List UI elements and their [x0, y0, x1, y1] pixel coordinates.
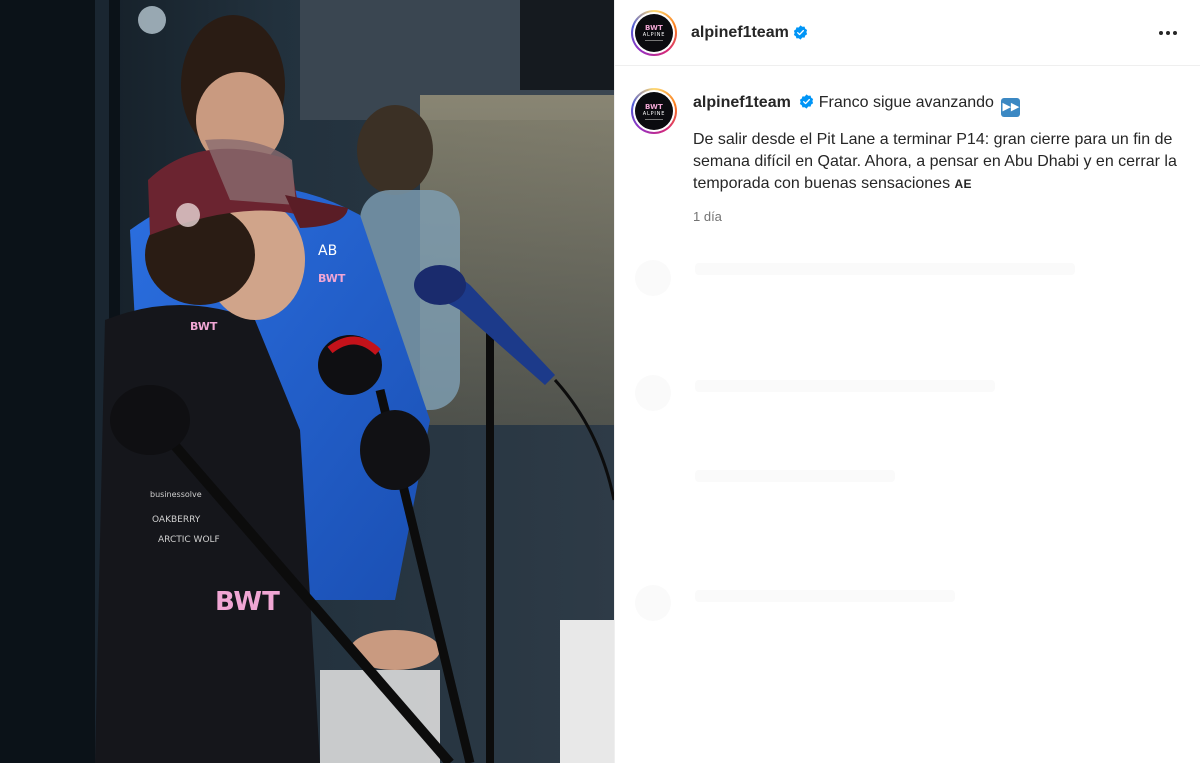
svg-text:businessolve: businessolve — [150, 490, 202, 499]
svg-text:ARCTIC WOLF: ARCTIC WOLF — [158, 535, 220, 545]
caption-body: alpinef1team Franco sigue avanzando ▶▶ D… — [693, 88, 1183, 224]
svg-text:BWT: BWT — [215, 587, 280, 617]
verified-badge-icon — [793, 25, 808, 40]
caption-first-line: alpinef1team Franco sigue avanzando ▶▶ — [693, 92, 1183, 117]
alpine-logo-icon: BWT ALPINE — [635, 92, 673, 130]
header-username[interactable]: alpinef1team — [691, 24, 789, 42]
post-side-panel: BWT ALPINE alpinef1team BWT ALPINE alpin… — [614, 0, 1200, 763]
post-timestamp[interactable]: 1 día — [693, 209, 1183, 224]
caption-username[interactable]: alpinef1team — [693, 94, 791, 111]
caption-avatar-brand-bottom: ALPINE — [642, 110, 666, 117]
svg-text:OAKBERRY: OAKBERRY — [152, 515, 201, 525]
caption-signature-tag: AE — [954, 176, 972, 191]
post-photo[interactable]: AB BWT BWT businessolve OAKBERRY ARCTIC … — [0, 0, 614, 763]
svg-text:BWT: BWT — [190, 320, 218, 333]
caption-headline: Franco sigue avanzando — [818, 94, 994, 111]
more-horizontal-icon — [1159, 31, 1163, 35]
fast-forward-emoji-icon: ▶▶ — [1001, 97, 1021, 117]
caption-block: BWT ALPINE alpinef1team Franco sigue ava… — [615, 66, 1200, 224]
caption-body-text: De salir desde el Pit Lane a terminar P1… — [693, 130, 1177, 192]
avatar-brand-bottom: ALPINE — [642, 32, 666, 38]
alpine-logo-icon: BWT ALPINE — [635, 13, 673, 52]
caption-avatar[interactable]: BWT ALPINE — [631, 88, 677, 134]
comments-area — [615, 245, 1200, 763]
instagram-post: AB BWT BWT businessolve OAKBERRY ARCTIC … — [0, 0, 1200, 763]
caption-text: De salir desde el Pit Lane a terminar P1… — [693, 129, 1183, 195]
press-conference-photo: AB BWT BWT businessolve OAKBERRY ARCTIC … — [0, 0, 614, 763]
avatar-brand-top: BWT — [644, 24, 664, 32]
post-header: BWT ALPINE alpinef1team — [615, 0, 1200, 66]
avatar[interactable]: BWT ALPINE — [631, 9, 677, 56]
svg-text:BWT: BWT — [318, 272, 346, 285]
more-options-button[interactable] — [1156, 21, 1180, 45]
verified-badge-icon — [799, 94, 814, 109]
svg-text:AB: AB — [318, 243, 337, 259]
caption-avatar-brand-top: BWT — [644, 102, 664, 111]
